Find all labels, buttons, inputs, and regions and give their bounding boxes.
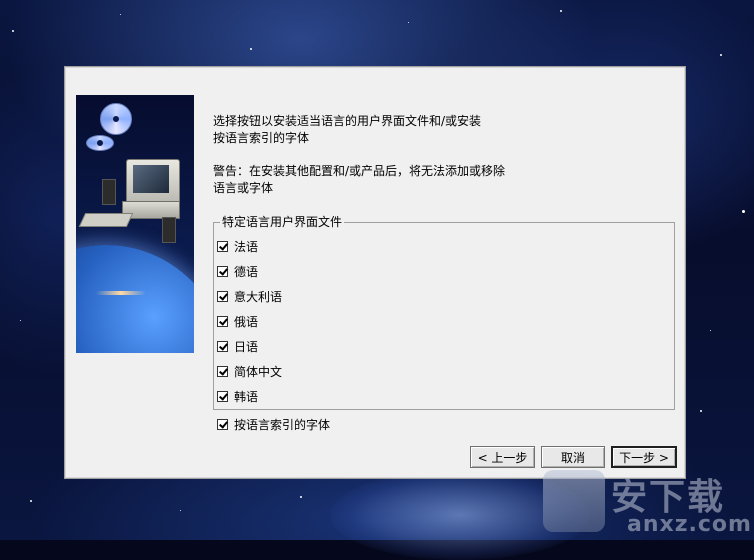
- cd-disc-icon: [100, 103, 132, 135]
- checkbox[interactable]: [217, 418, 228, 430]
- site-watermark: 安下载 anxz.com: [537, 460, 754, 540]
- star: [250, 48, 252, 50]
- intro-line-2: 按语言索引的字体: [213, 131, 310, 145]
- language-option-french[interactable]: 法语: [217, 237, 258, 255]
- light-flare: [96, 291, 146, 295]
- star: [120, 14, 121, 15]
- fonts-by-language-option[interactable]: 按语言索引的字体: [217, 415, 330, 433]
- keyboard-icon: [78, 213, 134, 227]
- setup-illustration: [76, 95, 194, 353]
- language-option-russian[interactable]: 俄语: [217, 312, 258, 330]
- star: [12, 30, 14, 32]
- watermark-domain: anxz.com: [627, 512, 752, 537]
- checkbox[interactable]: [217, 390, 228, 402]
- language-groupbox: [213, 222, 675, 410]
- star: [180, 510, 181, 511]
- star: [408, 22, 409, 23]
- computer-monitor-icon: [126, 159, 180, 205]
- warning-text: 警告：在安装其他配置和/或产品后，将无法添加或移除 语言或字体: [213, 163, 593, 197]
- checkbox-label: 简体中文: [234, 364, 283, 379]
- star: [720, 54, 722, 56]
- star: [300, 496, 302, 498]
- speaker-icon: [162, 217, 176, 243]
- checkbox-label: 俄语: [234, 314, 259, 329]
- checkbox[interactable]: [217, 365, 228, 377]
- checkbox-label: 法语: [234, 239, 259, 254]
- intro-line-1: 选择按钮以安装适当语言的用户界面文件和/或安装: [213, 114, 482, 128]
- checkbox-label: 韩语: [234, 389, 259, 404]
- checkbox-label: 德语: [234, 264, 259, 279]
- checkbox-label: 日语: [234, 339, 259, 354]
- checkbox-label: 按语言索引的字体: [234, 417, 331, 432]
- warning-line-1: 警告：在安装其他配置和/或产品后，将无法添加或移除: [213, 164, 506, 178]
- planet-graphic: [76, 245, 194, 353]
- cd-disc-icon: [86, 135, 114, 151]
- checkbox[interactable]: [217, 315, 228, 327]
- back-button[interactable]: < 上一步: [470, 446, 535, 468]
- star: [560, 10, 562, 12]
- warning-line-2: 语言或字体: [213, 181, 274, 195]
- star: [30, 500, 32, 502]
- language-groupbox-title: 特定语言用户界面文件: [220, 214, 345, 230]
- star: [700, 410, 702, 412]
- language-option-japanese[interactable]: 日语: [217, 337, 258, 355]
- language-option-italian[interactable]: 意大利语: [217, 287, 282, 305]
- language-option-korean[interactable]: 韩语: [217, 387, 258, 405]
- checkbox-label: 意大利语: [234, 289, 283, 304]
- speaker-icon: [102, 179, 116, 205]
- star: [742, 210, 745, 213]
- language-option-german[interactable]: 德语: [217, 262, 258, 280]
- language-option-simplified-chinese[interactable]: 简体中文: [217, 362, 282, 380]
- checkbox[interactable]: [217, 265, 228, 277]
- shield-logo-icon: [543, 470, 605, 532]
- monitor-screen: [133, 165, 169, 193]
- checkbox[interactable]: [217, 340, 228, 352]
- checkbox[interactable]: [217, 290, 228, 302]
- checkbox[interactable]: [217, 240, 228, 252]
- star: [710, 330, 711, 331]
- star: [20, 320, 21, 321]
- intro-text: 选择按钮以安装适当语言的用户界面文件和/或安装 按语言索引的字体: [213, 113, 593, 147]
